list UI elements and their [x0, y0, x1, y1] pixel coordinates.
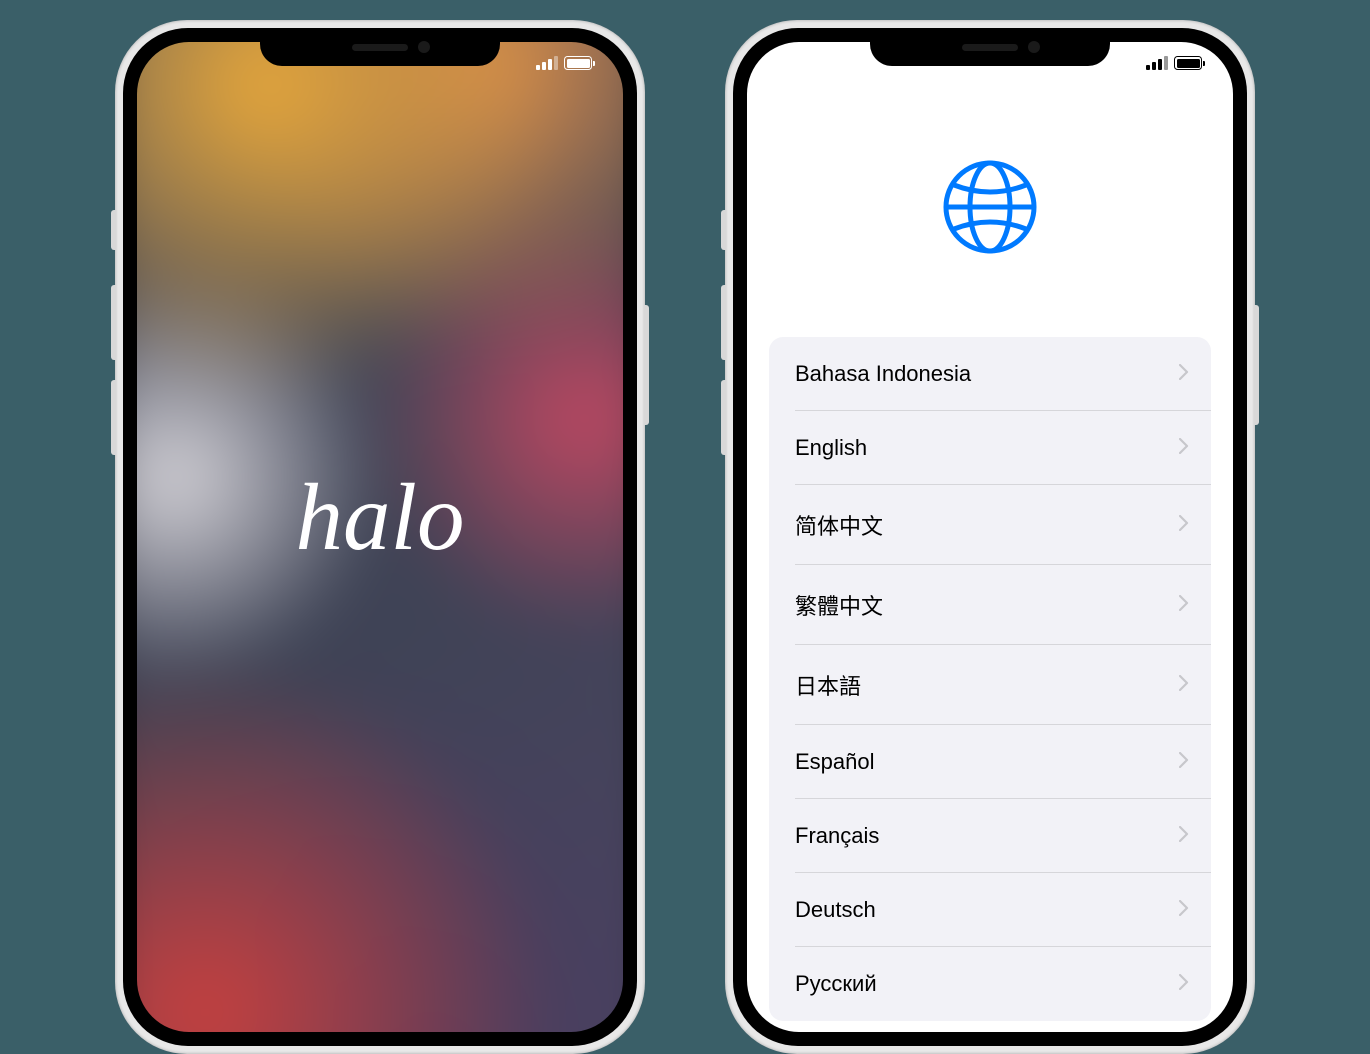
- iphone-frame-language: Bahasa Indonesia English 简体中文繁體中文日本語 Españo…: [725, 20, 1255, 1054]
- language-label: Español: [795, 749, 875, 775]
- language-label: Русский: [795, 971, 877, 997]
- front-camera-icon: [418, 41, 430, 53]
- volume-up-button[interactable]: [111, 285, 116, 360]
- language-option[interactable]: Español: [769, 725, 1211, 799]
- chevron-right-icon: [1179, 594, 1189, 617]
- language-label: Bahasa Indonesia: [795, 361, 971, 387]
- chevron-right-icon: [1179, 973, 1189, 996]
- phone-bezel: Bahasa Indonesia English 简体中文繁體中文日本語 Españo…: [733, 28, 1247, 1046]
- language-option[interactable]: 繁體中文: [769, 565, 1211, 645]
- greeting-text: halo: [296, 462, 465, 572]
- chevron-right-icon: [1179, 363, 1189, 386]
- front-camera-icon: [1028, 41, 1040, 53]
- battery-icon: [1174, 56, 1205, 70]
- status-bar: [536, 56, 595, 70]
- power-button[interactable]: [1254, 305, 1259, 425]
- iphone-frame-hello: halo: [115, 20, 645, 1054]
- silence-switch[interactable]: [111, 210, 116, 250]
- language-option[interactable]: English: [769, 411, 1211, 485]
- silence-switch[interactable]: [721, 210, 726, 250]
- cellular-signal-icon: [1146, 56, 1168, 70]
- language-option[interactable]: Bahasa Indonesia: [769, 337, 1211, 411]
- chevron-right-icon: [1179, 514, 1189, 537]
- language-option[interactable]: Deutsch: [769, 873, 1211, 947]
- status-bar: [1146, 56, 1205, 70]
- language-option[interactable]: 简体中文: [769, 485, 1211, 565]
- notch: [260, 28, 500, 66]
- chevron-right-icon: [1179, 751, 1189, 774]
- cellular-signal-icon: [536, 56, 558, 70]
- language-option[interactable]: Русский: [769, 947, 1211, 1021]
- language-label: 日本語: [795, 669, 861, 701]
- screen-hello: halo: [137, 42, 623, 1032]
- globe-header: [747, 42, 1233, 262]
- language-label: 繁體中文: [795, 589, 883, 621]
- language-label: 简体中文: [795, 509, 883, 541]
- chevron-right-icon: [1179, 437, 1189, 460]
- language-list: Bahasa Indonesia English 简体中文繁體中文日本語 Españo…: [769, 337, 1211, 1021]
- language-option[interactable]: 日本語: [769, 645, 1211, 725]
- speaker-icon: [962, 44, 1018, 51]
- chevron-right-icon: [1179, 825, 1189, 848]
- language-label: English: [795, 435, 867, 461]
- chevron-right-icon: [1179, 899, 1189, 922]
- volume-up-button[interactable]: [721, 285, 726, 360]
- volume-down-button[interactable]: [111, 380, 116, 455]
- volume-down-button[interactable]: [721, 380, 726, 455]
- notch: [870, 28, 1110, 66]
- power-button[interactable]: [644, 305, 649, 425]
- language-label: Deutsch: [795, 897, 876, 923]
- language-option[interactable]: Français: [769, 799, 1211, 873]
- language-label: Français: [795, 823, 879, 849]
- phone-bezel: halo: [123, 28, 637, 1046]
- screen-language: Bahasa Indonesia English 简体中文繁體中文日本語 Españo…: [747, 42, 1233, 1032]
- battery-icon: [564, 56, 595, 70]
- speaker-icon: [352, 44, 408, 51]
- chevron-right-icon: [1179, 674, 1189, 697]
- globe-icon: [940, 244, 1040, 261]
